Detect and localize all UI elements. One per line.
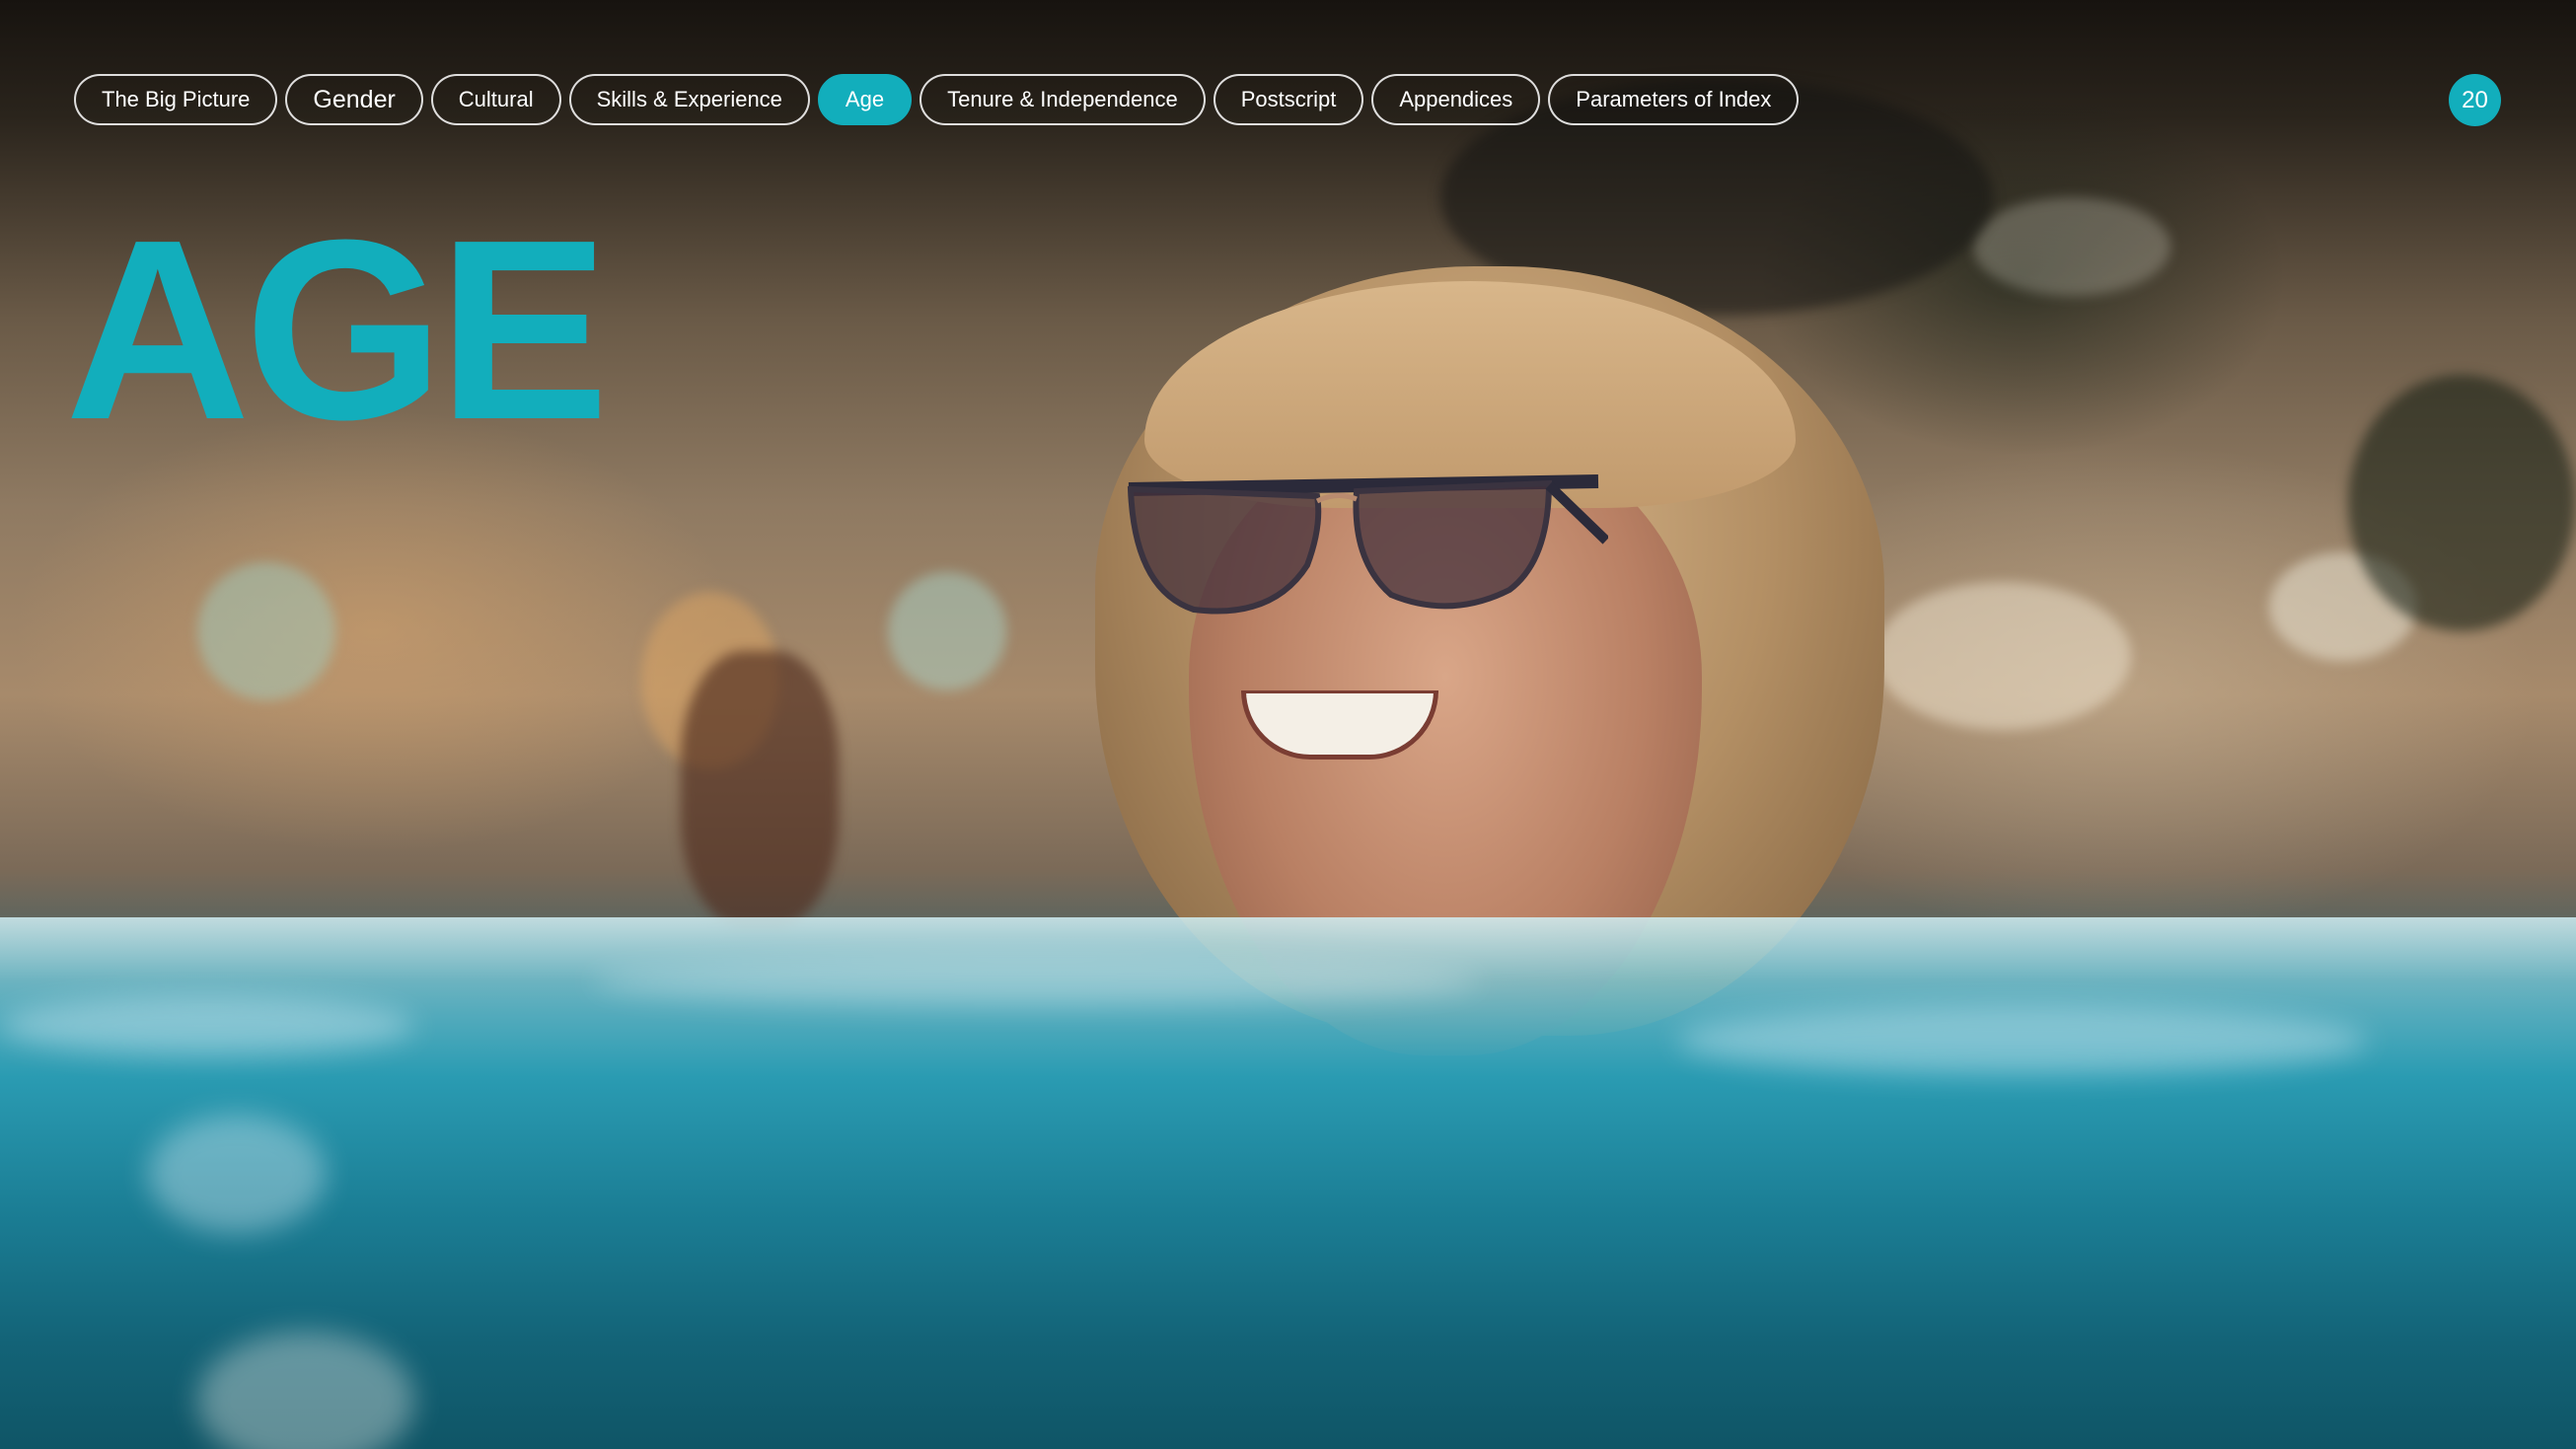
slide: The Big Picture Gender Cultural Skills &… [0,0,2576,1449]
nav-item-label: Tenure & Independence [947,87,1178,111]
nav-item-the-big-picture[interactable]: The Big Picture [74,74,278,125]
nav-item-label: Parameters of Index [1576,87,1772,111]
nav-item-tenure-independence[interactable]: Tenure & Independence [920,74,1206,125]
sunglasses-icon [1127,474,1608,615]
nav-item-label: The Big Picture [102,87,251,111]
nav-item-postscript[interactable]: Postscript [1213,74,1364,125]
nav-item-parameters-of-index[interactable]: Parameters of Index [1548,74,1800,125]
pool-water [0,917,2576,1449]
page-title: AGE [65,187,609,473]
section-nav: The Big Picture Gender Cultural Skills &… [74,74,1800,125]
nav-item-cultural[interactable]: Cultural [430,74,561,125]
nav-item-label: Skills & Experience [596,87,782,111]
nav-item-appendices[interactable]: Appendices [1371,74,1541,125]
nav-item-label: Cultural [458,87,534,111]
nav-item-skills-experience[interactable]: Skills & Experience [568,74,810,125]
nav-item-label: Age [845,87,885,111]
nav-item-label: Appendices [1399,87,1513,111]
page-number-badge: 20 [2449,74,2501,126]
nav-item-label: Postscript [1240,87,1337,111]
nav-item-age[interactable]: Age [817,74,913,125]
nav-item-gender[interactable]: Gender [285,74,423,125]
nav-item-label: Gender [313,85,396,113]
